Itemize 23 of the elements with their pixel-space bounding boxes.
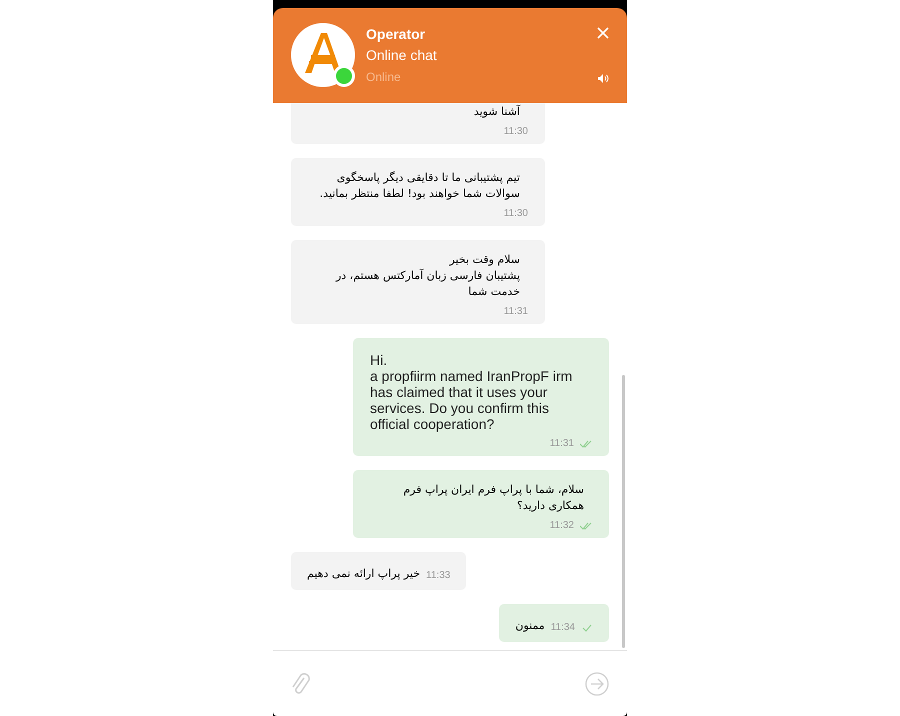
message-time: 11:31 — [504, 306, 528, 318]
scrollbar[interactable] — [622, 375, 625, 648]
message-time: 11:33 — [426, 570, 450, 582]
message-text: سلام وقت بخیر پشتیبان فارسی زبان آمارکتس هستم، در خدمت شما — [334, 252, 520, 300]
message-text: Hi. a propfiirm named IranPropF irm has claimed that it uses your services. Do you confirm this official cooperation? — [370, 351, 574, 432]
message-time: 11:34 — [550, 622, 575, 634]
close-icon[interactable] — [597, 27, 609, 39]
message-text: سلام، شما با پراپ فرم ایران پراپ فرم همکاری دارید؟ — [402, 482, 584, 514]
message-text: آشنا شوید — [472, 104, 520, 120]
message-time: 11:32 — [550, 520, 574, 532]
message-text: خیر پراپ ارائه نمی دهیم — [307, 566, 420, 582]
speaker-icon[interactable] — [598, 74, 608, 83]
chat-subtitle: Online chat — [366, 46, 438, 65]
message-time: 11:31 — [550, 438, 574, 450]
message-text: ممنون — [515, 618, 545, 634]
message-time: 11:30 — [504, 208, 528, 220]
send-icon[interactable] — [585, 672, 609, 696]
paperclip-icon[interactable] — [291, 672, 311, 696]
message-text: تیم پشتیبانی ما تا دقایقی دیگر پاسخگوی سوالات شما خواهند بود! لطفا منتظر بمانید. — [318, 170, 520, 202]
message-time: 11:30 — [504, 126, 528, 138]
letter-logo-icon — [305, 33, 341, 73]
operator-name: Operator — [366, 25, 426, 43]
status-text: Online — [366, 69, 402, 86]
